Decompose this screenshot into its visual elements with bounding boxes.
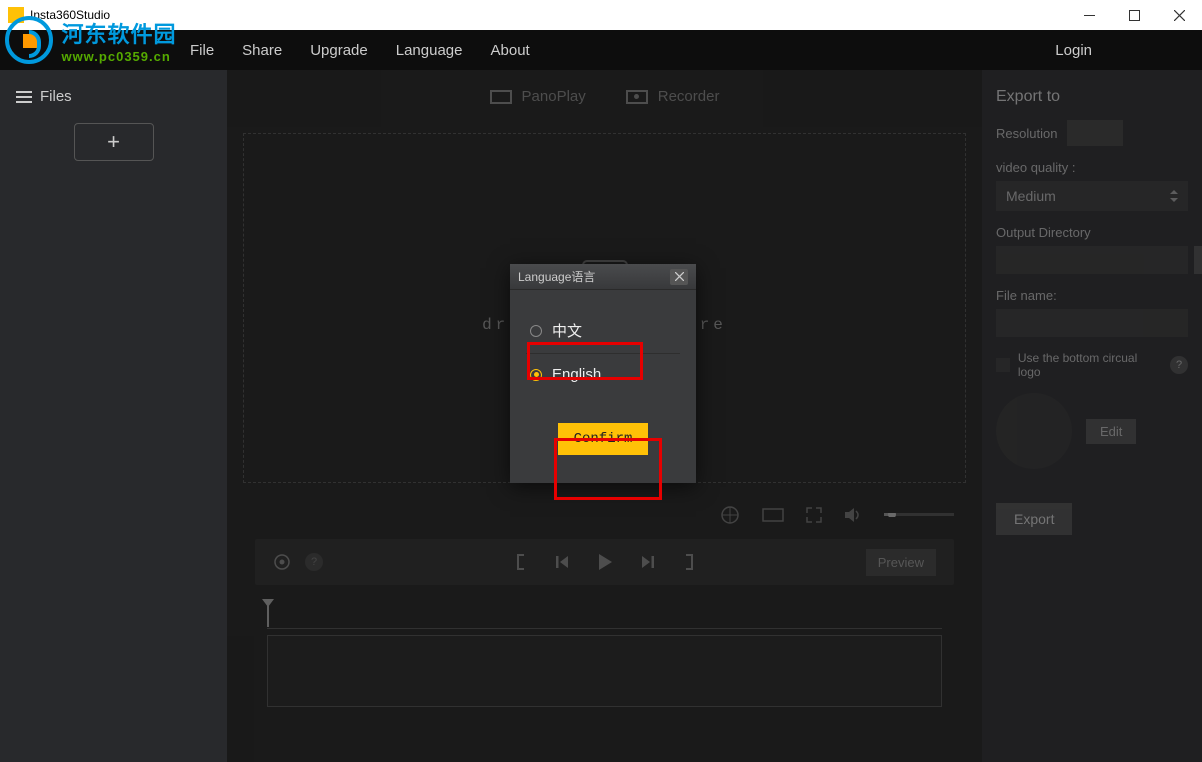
dialog-overlay: Language语言 中文 English Confirm — [0, 0, 1202, 762]
language-option-english-label: English — [552, 366, 601, 383]
radio-icon — [530, 325, 542, 337]
divider — [526, 353, 680, 354]
language-dialog: Language语言 中文 English Confirm — [510, 264, 696, 483]
language-option-english[interactable]: English — [526, 358, 680, 391]
dialog-title-text: Language语言 — [518, 268, 595, 285]
dialog-close-button[interactable] — [670, 269, 688, 285]
language-option-chinese-label: 中文 — [552, 320, 582, 341]
language-option-chinese[interactable]: 中文 — [526, 312, 680, 349]
radio-icon — [530, 369, 542, 381]
confirm-button[interactable]: Confirm — [558, 423, 649, 455]
